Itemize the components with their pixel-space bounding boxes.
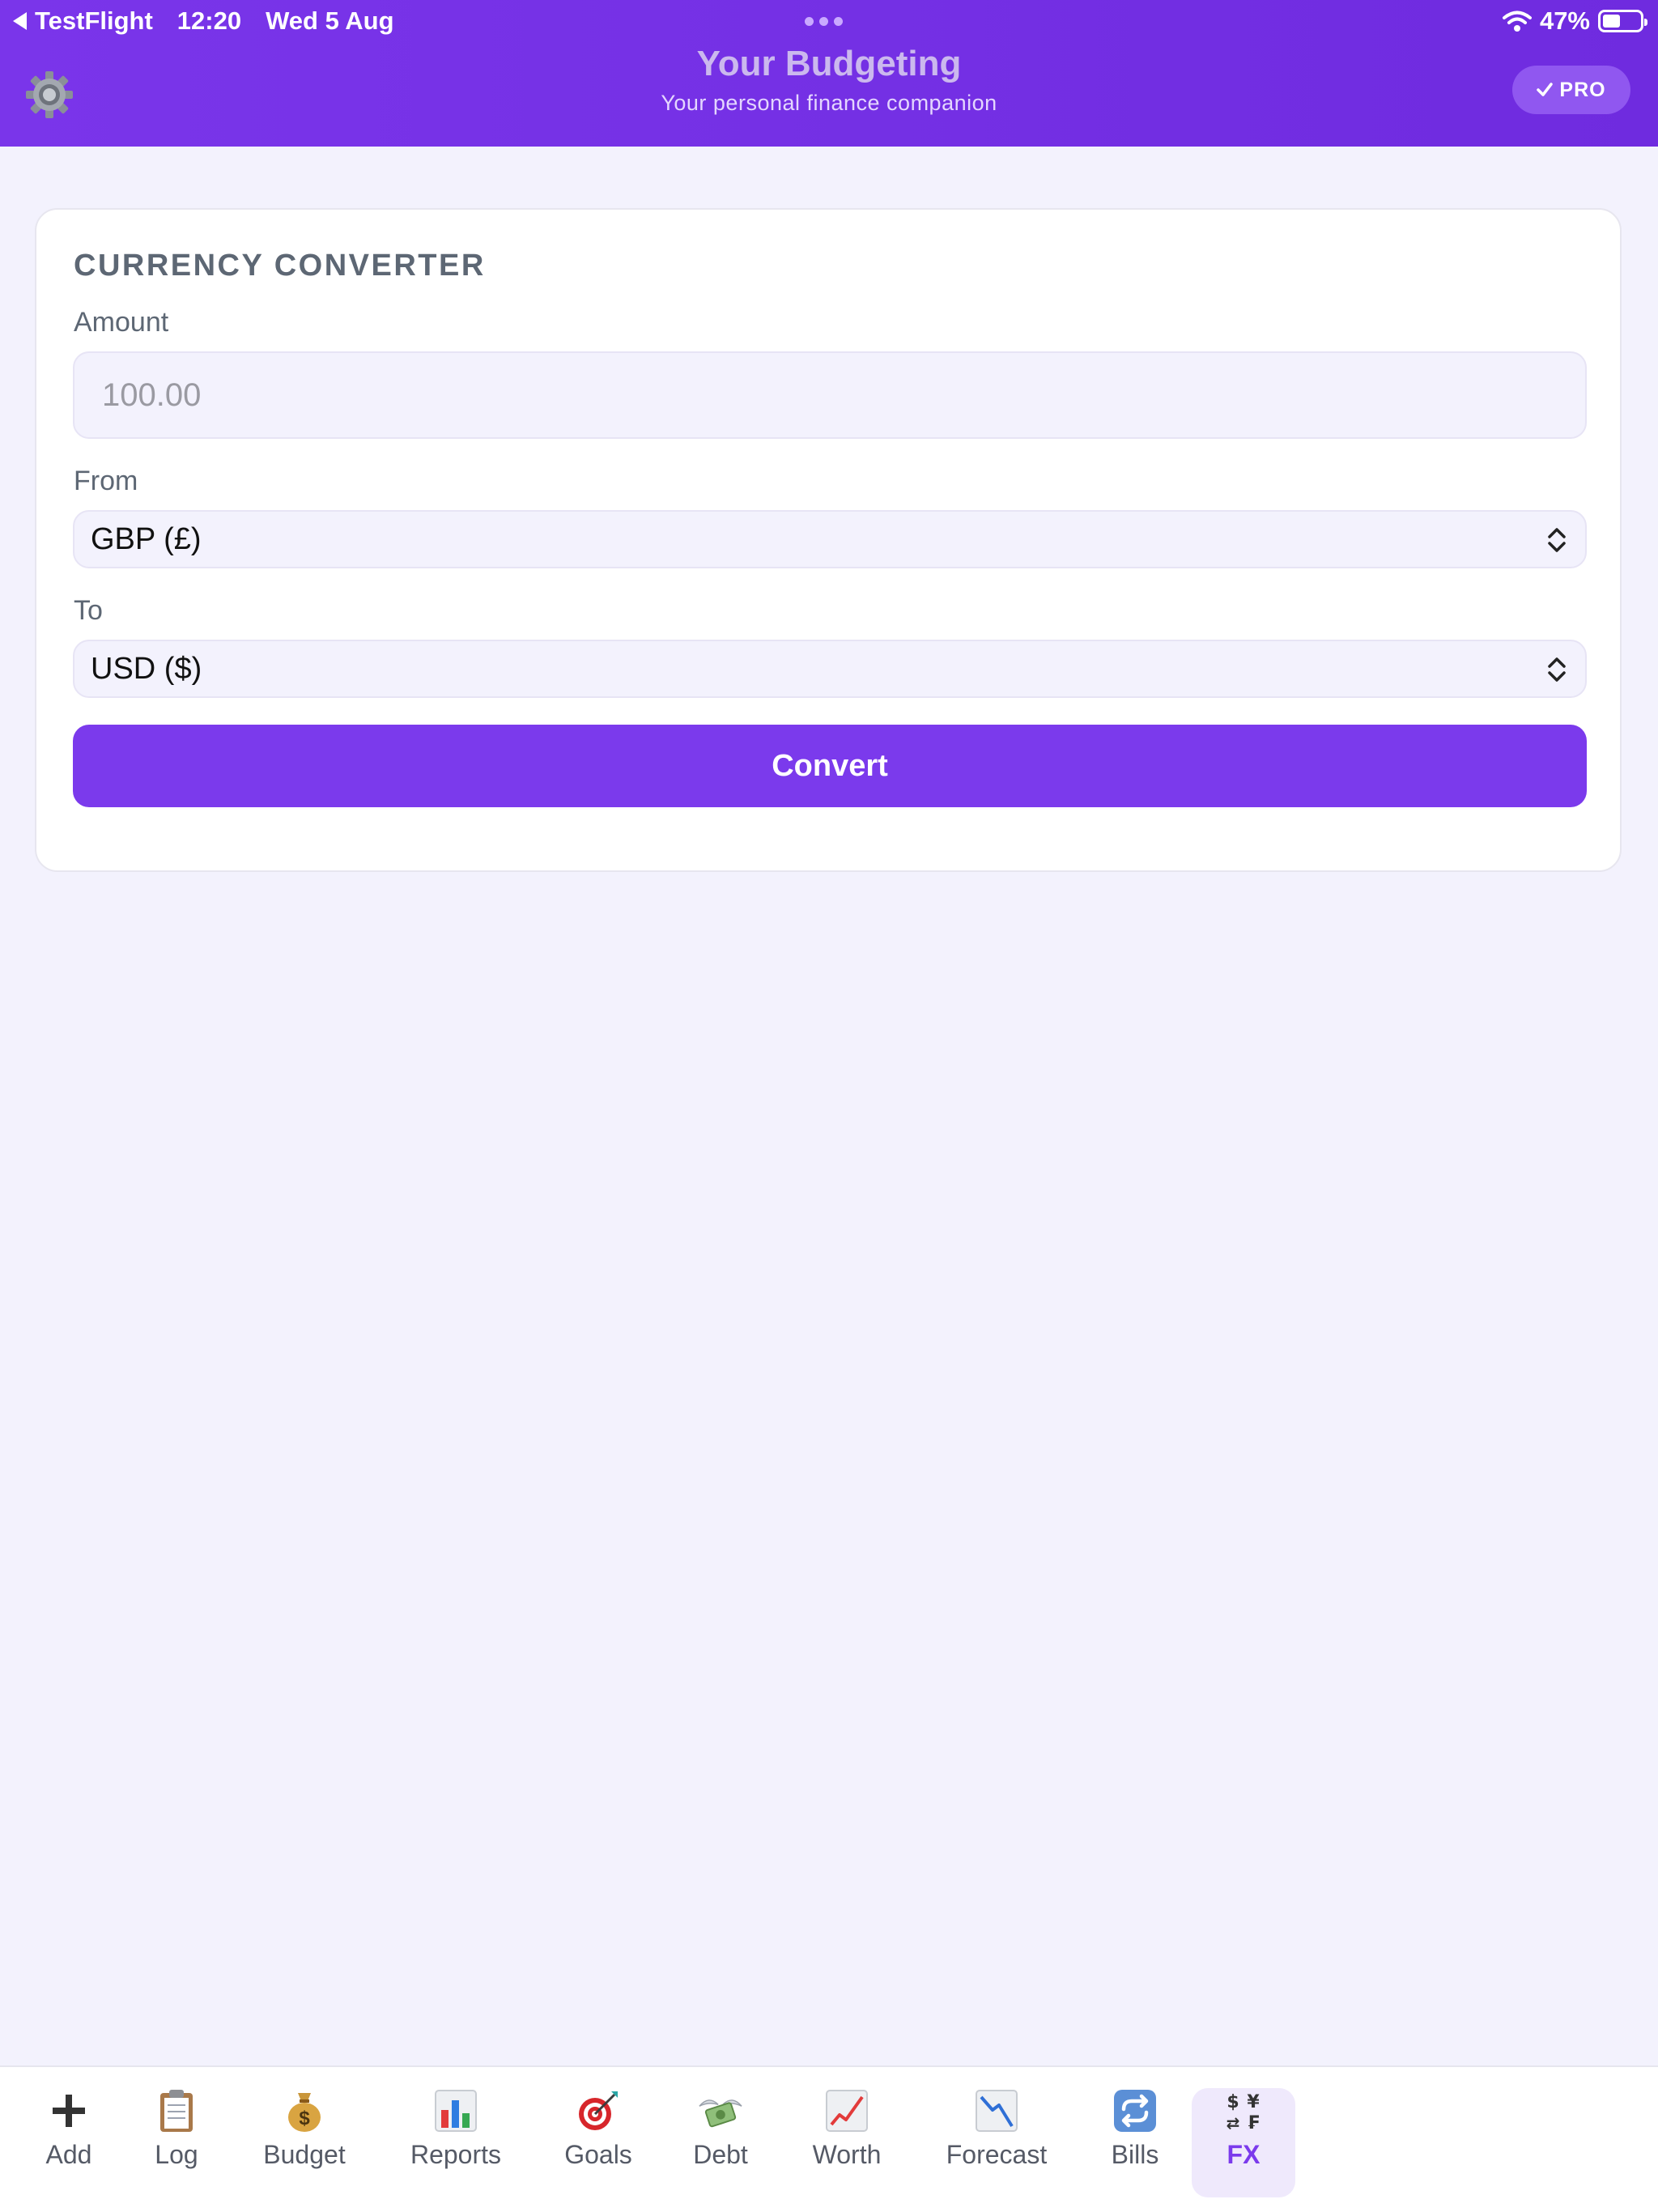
tab-debt[interactable]: Debt xyxy=(683,2088,758,2197)
svg-text:$: $ xyxy=(1226,2092,1239,2112)
card-title: CURRENCY CONVERTER xyxy=(74,249,486,283)
wifi-icon xyxy=(1502,11,1532,32)
tab-label: Forecast xyxy=(946,2140,1048,2169)
target-icon xyxy=(579,2091,618,2130)
app-subtitle: Your personal finance companion xyxy=(661,91,997,115)
tab-add[interactable]: Add xyxy=(32,2088,105,2197)
tab-log[interactable]: Log xyxy=(140,2088,213,2197)
checkmark-icon xyxy=(1537,83,1554,96)
multitasking-dots-icon[interactable] xyxy=(805,17,843,26)
tab-label: Reports xyxy=(410,2140,502,2169)
status-time: 12:20 xyxy=(176,6,242,35)
tab-label: Goals xyxy=(564,2140,632,2169)
repeat-icon xyxy=(1114,2090,1156,2132)
to-label: To xyxy=(74,595,103,626)
from-currency-select[interactable]: GBP (£) xyxy=(73,510,1587,568)
money-bag-icon: $ xyxy=(288,2093,321,2132)
app-title: Your Budgeting xyxy=(696,44,962,83)
bottom-tab-bar: Add Log $ Budget Reports Goals Debt Wort… xyxy=(0,2065,1658,2212)
status-date: Wed 5 Aug xyxy=(266,6,394,35)
back-app-label[interactable]: TestFlight xyxy=(35,6,153,36)
pro-badge[interactable]: PRO xyxy=(1512,66,1630,114)
svg-text:⇄: ⇄ xyxy=(1226,2113,1240,2132)
amount-placeholder: 100.00 xyxy=(102,376,202,413)
from-label: From xyxy=(74,466,138,496)
tab-label: Log xyxy=(155,2140,198,2169)
tab-label: Debt xyxy=(693,2140,748,2169)
battery-percent: 47% xyxy=(1539,6,1590,35)
currency-exchange-icon: $ ¥ ⇄ ₣ xyxy=(1226,2092,1261,2132)
tab-label: FX xyxy=(1226,2140,1261,2169)
tab-label: Add xyxy=(45,2140,92,2169)
amount-input[interactable]: 100.00 xyxy=(73,351,1587,439)
status-bar-right: 47% xyxy=(1502,6,1647,36)
app-header: TestFlight 12:20 Wed 5 Aug 47% Your Budg… xyxy=(0,0,1658,147)
tab-label: Bills xyxy=(1111,2140,1159,2169)
bar-chart-icon xyxy=(435,2090,477,2132)
currency-converter-card: CURRENCY CONVERTER Amount 100.00 From GB… xyxy=(35,208,1622,872)
select-chevron-icon xyxy=(1548,657,1566,682)
chart-up-icon xyxy=(826,2090,868,2132)
tab-fx[interactable]: $ ¥ ⇄ ₣ FX xyxy=(1192,2088,1295,2197)
svg-text:$: $ xyxy=(299,2108,310,2129)
pro-label: PRO xyxy=(1559,78,1606,101)
convert-button[interactable]: Convert xyxy=(73,725,1587,807)
back-arrow-icon[interactable] xyxy=(13,12,27,30)
plus-icon xyxy=(53,2095,85,2127)
to-currency-value: USD ($) xyxy=(91,651,202,686)
tab-label: Worth xyxy=(812,2140,882,2169)
clipboard-icon xyxy=(160,2090,193,2132)
svg-text:₣: ₣ xyxy=(1247,2113,1259,2132)
to-currency-select[interactable]: USD ($) xyxy=(73,640,1587,698)
tab-forecast[interactable]: Forecast xyxy=(939,2088,1054,2197)
amount-label: Amount xyxy=(74,307,169,338)
chart-down-icon xyxy=(976,2090,1018,2132)
tab-goals[interactable]: Goals xyxy=(555,2088,642,2197)
tab-label: Budget xyxy=(263,2140,346,2169)
tab-worth[interactable]: Worth xyxy=(804,2088,890,2197)
select-chevron-icon xyxy=(1548,528,1566,552)
tab-bills[interactable]: Bills xyxy=(1099,2088,1171,2197)
from-currency-value: GBP (£) xyxy=(91,521,202,556)
svg-text:¥: ¥ xyxy=(1247,2092,1260,2112)
money-wings-icon xyxy=(699,2099,742,2128)
tab-reports[interactable]: Reports xyxy=(398,2088,513,2197)
status-bar-left: TestFlight 12:20 Wed 5 Aug xyxy=(13,6,419,36)
tab-budget[interactable]: $ Budget xyxy=(256,2088,353,2197)
battery-icon xyxy=(1598,10,1647,32)
